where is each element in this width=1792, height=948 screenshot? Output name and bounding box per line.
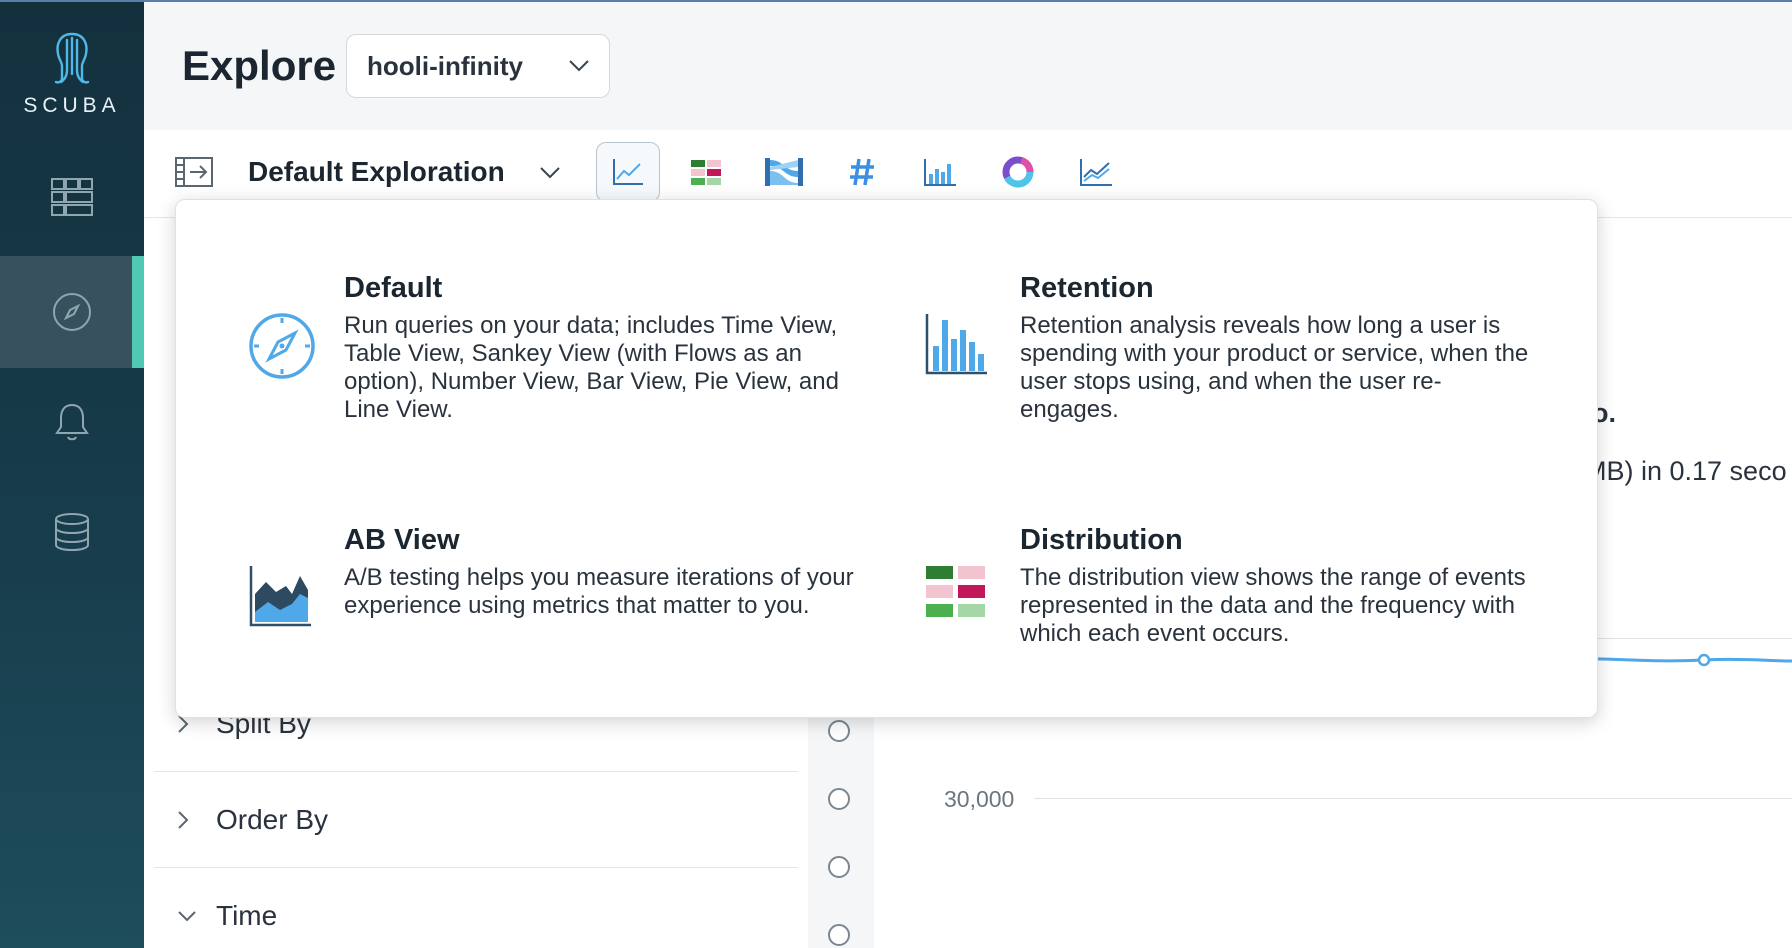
section-order-by[interactable]: Order By: [154, 772, 798, 868]
logo-text: SCUBA: [23, 94, 121, 117]
option-description: The distribution view shows the range of…: [1020, 564, 1526, 647]
sankey-icon: [765, 158, 803, 186]
series-line: [1574, 653, 1792, 667]
sidebar-item-dashboards[interactable]: [0, 141, 144, 253]
option-description: A/B testing helps you measure iterations…: [344, 564, 854, 619]
view-button-sankey[interactable]: [752, 142, 816, 202]
logo[interactable]: SCUBA: [0, 30, 144, 118]
section-label: Order By: [216, 803, 329, 835]
page-title: Explore: [182, 42, 337, 89]
grid-icon: [51, 178, 93, 216]
chevron-down-icon: [178, 911, 196, 922]
sidebar-item-data[interactable]: [0, 476, 144, 588]
query-stats-fragment: MB) in 0.17 seco: [1584, 456, 1787, 486]
section-time[interactable]: Time: [154, 868, 798, 948]
grid-line: [1034, 798, 1792, 799]
dataset-select[interactable]: hooli-infinity: [346, 34, 610, 98]
window-top-border: [0, 0, 1792, 2]
option-title: Default: [344, 272, 443, 304]
view-button-number[interactable]: [830, 142, 894, 202]
sidebar-item-alerts[interactable]: [0, 366, 144, 478]
area-chart-icon: [249, 566, 311, 627]
option-title: AB View: [344, 524, 460, 556]
data-point[interactable]: [1697, 653, 1711, 667]
sidebar-item-explore[interactable]: [0, 256, 144, 368]
option-description: Run queries on your data; includes Time …: [344, 312, 839, 423]
chevron-down-icon[interactable]: [538, 164, 562, 180]
bar-chart-icon: [924, 159, 956, 186]
line-chart-icon: [613, 159, 643, 185]
view-button-line[interactable]: [1064, 142, 1128, 202]
series-radio[interactable]: [828, 856, 850, 878]
section-label: Time: [216, 900, 278, 931]
exploration-title[interactable]: Default Exploration: [248, 156, 505, 188]
view-button-pie[interactable]: [986, 142, 1050, 202]
sidebar: SCUBA: [0, 0, 144, 948]
bell-icon: [55, 403, 89, 441]
option-title: Retention: [1020, 272, 1154, 304]
chevron-right-icon: [178, 810, 189, 829]
series-radio[interactable]: [828, 924, 850, 946]
view-button-table[interactable]: [674, 142, 738, 202]
dataset-select-value: hooli-infinity: [367, 50, 523, 81]
option-description: Retention analysis reveals how long a us…: [1020, 312, 1529, 423]
series-radio[interactable]: [828, 720, 850, 742]
series-radio[interactable]: [828, 788, 850, 810]
exploration-type-menu: Default Run queries on your data; includ…: [175, 199, 1598, 718]
chevron-down-icon: [569, 60, 589, 72]
option-title: Distribution: [1020, 524, 1183, 556]
database-icon: [55, 513, 89, 552]
trend-line-icon: [1080, 159, 1112, 186]
donut-icon: [1002, 156, 1034, 188]
distribution-grid-icon: [926, 566, 985, 617]
bar-chart-icon: [925, 314, 987, 375]
scuba-logo-icon: [54, 32, 90, 84]
sidebar-toggle-icon[interactable]: [174, 156, 214, 188]
table-grid-icon: [691, 160, 721, 185]
compass-icon: [53, 293, 91, 331]
page-header: Explore hooli-infinity: [144, 2, 1792, 130]
hash-icon: [850, 158, 874, 186]
compass-icon: [249, 313, 315, 379]
view-button-bar[interactable]: [908, 142, 972, 202]
view-button-time[interactable]: [596, 142, 660, 202]
y-axis-tick: 30,000: [944, 786, 1015, 812]
